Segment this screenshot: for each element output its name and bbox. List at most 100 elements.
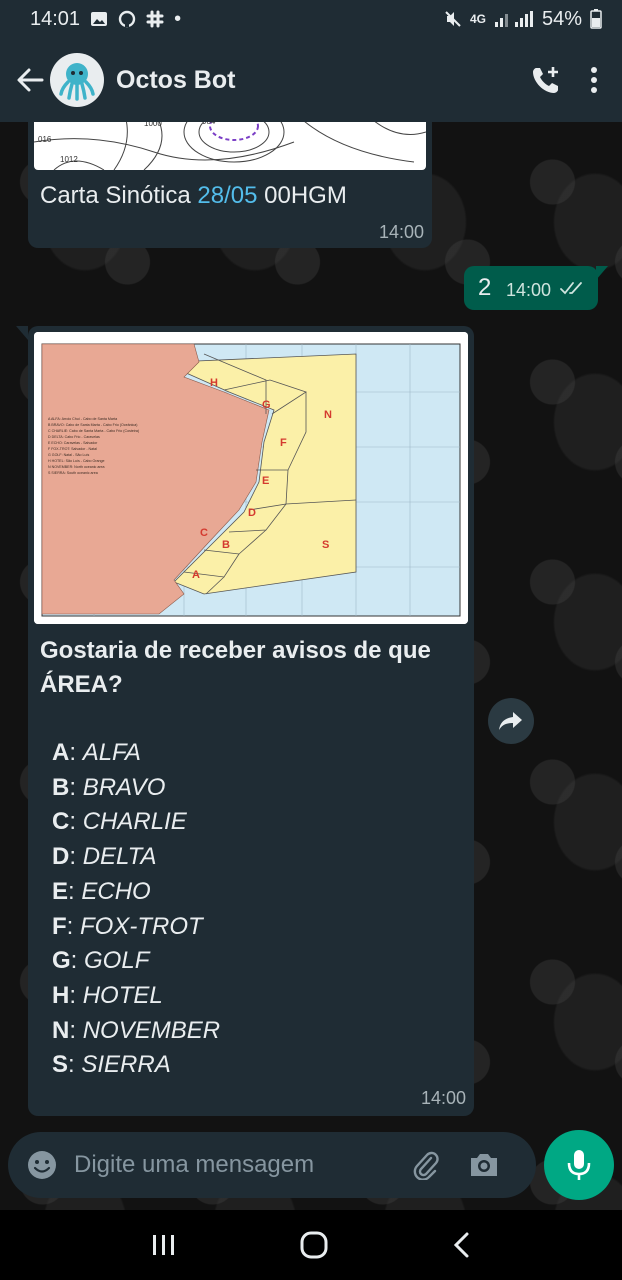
question-text: Gostaria de receber avisos de que ÁREA? [40, 637, 431, 698]
voice-record-button[interactable] [544, 1130, 614, 1200]
message-bubble-image[interactable]: 016 1012 1000 984 Carta Sinótica 28/05 0… [28, 122, 432, 248]
message-text: 2 [478, 274, 492, 301]
add-call-icon[interactable] [530, 64, 562, 96]
area-label-f: F [280, 437, 287, 449]
option-key: B [52, 773, 70, 801]
option-item: D: DELTA [52, 843, 157, 871]
area-label-b: B [222, 539, 230, 551]
option-label: HOTEL [82, 981, 163, 1009]
chat-title[interactable]: Octos Bot [116, 66, 235, 95]
option-key: E [52, 877, 69, 905]
metarea-map: H G N F E D C B S A A ALFA: Arroio Chuí … [34, 332, 468, 624]
option-item: A: ALFA [52, 739, 141, 766]
area-label-s: S [322, 539, 329, 551]
map-legend-item: H HOTEL: São Luís - Cabo Orange [48, 459, 105, 463]
option-item: H: HOTEL [52, 981, 163, 1009]
isobar-label: 1012 [60, 155, 78, 164]
message-time: 14:00 [506, 280, 552, 300]
github-icon [118, 10, 136, 28]
avatar[interactable] [50, 53, 104, 107]
option-key: G [52, 947, 71, 975]
double-check-icon [560, 282, 582, 295]
option-key: S [52, 1051, 69, 1079]
mic-icon [567, 1150, 591, 1180]
area-options-list: A: ALFA B: BRAVO C: CHARLIE D: DELTA E: … [52, 736, 220, 1083]
option-item: N: NOVEMBER [52, 1016, 221, 1044]
option-label: FOX-TROT [80, 912, 203, 940]
recent-apps-icon[interactable] [151, 1233, 177, 1257]
message-bubble-area-menu[interactable]: H G N F E D C B S A A ALFA: Arroio Chuí … [28, 326, 474, 1116]
isobar-label: 984 [202, 122, 216, 126]
map-legend-item: N NOVEMBER: North oceanic area [48, 465, 105, 469]
message-bubble-outgoing[interactable]: 2 14:00 [464, 266, 598, 310]
attach-button[interactable] [408, 1147, 444, 1183]
option-label: SIERRA [81, 1051, 171, 1079]
bubble-tail [16, 326, 28, 340]
slack-icon [146, 10, 164, 28]
option-label: CHARLIE [82, 808, 187, 836]
option-label: NOVEMBER [82, 1016, 221, 1044]
caption-text: Carta Sinótica [40, 182, 198, 209]
option-item: S: SIERRA [52, 1051, 171, 1079]
option-label: BRAVO [82, 773, 166, 801]
isobar-label: 1000 [144, 122, 162, 128]
paperclip-icon [413, 1151, 439, 1180]
option-label: GOLF [84, 947, 150, 975]
area-map-image[interactable]: H G N F E D C B S A A ALFA: Arroio Chuí … [34, 332, 468, 624]
octopus-icon [59, 63, 95, 101]
forward-button[interactable] [488, 698, 534, 744]
map-legend-item: A ALFA: Arroio Chuí - Cabo de Santa Mart… [48, 417, 117, 421]
battery-percent: 54% [541, 7, 582, 30]
image-caption: Carta Sinótica 28/05 00HGM [40, 182, 347, 210]
image-icon [91, 12, 108, 26]
option-key: F [52, 912, 67, 940]
synoptic-chart-image[interactable]: 016 1012 1000 984 [34, 122, 426, 170]
caption-text: 00HGM [257, 182, 347, 209]
camera-icon [471, 1154, 497, 1176]
area-label-e: E [262, 475, 269, 487]
option-label: ALFA [82, 739, 141, 766]
camera-button[interactable] [466, 1147, 502, 1183]
option-item: B: BRAVO [52, 773, 166, 801]
emoji-icon [28, 1151, 56, 1179]
message-input[interactable] [74, 1151, 394, 1179]
area-label-g: G [262, 399, 271, 411]
option-item: E: ECHO [52, 877, 151, 905]
back-button[interactable] [8, 58, 52, 102]
system-nav-bar [0, 1210, 622, 1280]
status-time: 14:01 [30, 7, 81, 30]
status-dot: • [174, 7, 182, 30]
map-legend-item: S SIERRA: South oceanic area [48, 471, 98, 475]
option-label: ECHO [81, 877, 151, 905]
message-composer [8, 1132, 536, 1198]
emoji-button[interactable] [22, 1145, 62, 1185]
map-legend-item: C CHARLIE: Cabo de Santa Marta - Cabo Fr… [48, 429, 139, 433]
mute-icon [445, 11, 461, 27]
message-time: 14:00 [378, 222, 424, 242]
synoptic-chart-fragment: 016 1012 1000 984 [34, 122, 426, 170]
arrow-back-icon [17, 68, 44, 92]
option-key: D [52, 843, 70, 871]
option-label: DELTA [82, 843, 157, 871]
message-time: 14:00 [420, 1088, 466, 1108]
area-label-d: D [248, 507, 256, 519]
area-label-c: C [200, 527, 208, 539]
back-nav-icon[interactable] [451, 1231, 471, 1259]
map-legend-item: B BRAVO: Cabo de Santa Marta - Cabo Frio… [48, 423, 137, 427]
battery-icon [590, 9, 602, 29]
chat-header: Octos Bot [0, 38, 622, 122]
date-link[interactable]: 28/05 [197, 182, 257, 209]
forward-icon [499, 712, 522, 730]
area-label-h: H [210, 377, 218, 389]
home-icon[interactable] [299, 1230, 329, 1260]
option-key: C [52, 808, 70, 836]
option-key: H [52, 981, 70, 1009]
option-key: N [52, 1016, 70, 1044]
map-legend-item: F FOX-TROT: Salvador - Natal [48, 447, 97, 451]
isobar-label: 016 [38, 135, 52, 144]
chat-area[interactable]: 016 1012 1000 984 Carta Sinótica 28/05 0… [0, 122, 622, 1210]
more-vert-icon[interactable] [590, 66, 598, 94]
signal-icon [494, 11, 533, 27]
option-item: F: FOX-TROT [52, 912, 203, 940]
map-legend-item: D DELTA: Cabo Frio - Caravelas [48, 435, 100, 439]
